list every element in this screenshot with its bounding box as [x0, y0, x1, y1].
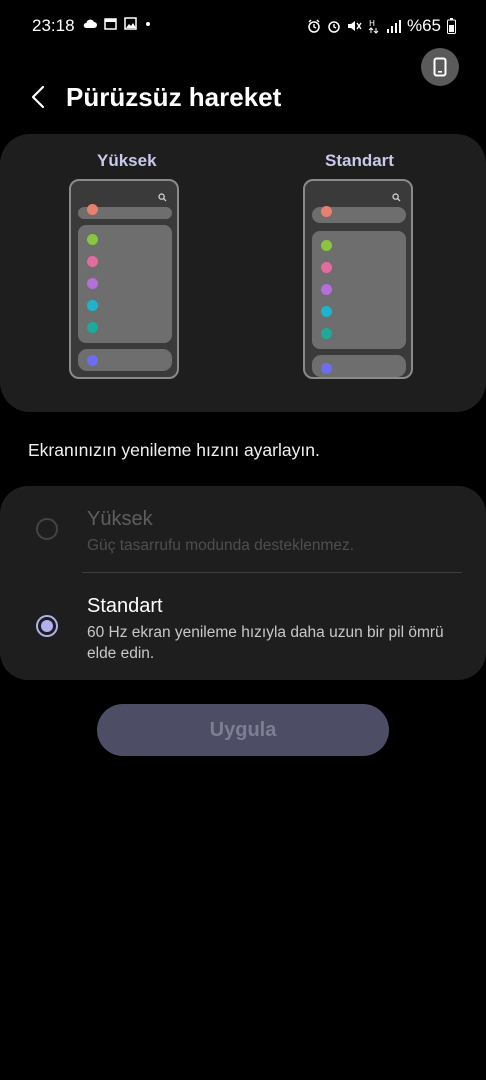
preview-list-item [312, 355, 406, 377]
battery-percent: %65 [406, 16, 441, 35]
calendar-icon [104, 18, 117, 30]
color-dot [87, 278, 98, 289]
mute-icon [347, 21, 362, 31]
color-dot [87, 204, 98, 215]
color-dot [321, 206, 332, 217]
alarm-icon [308, 19, 320, 33]
radio-button-standard[interactable] [36, 615, 58, 637]
status-bar: 23:18 H %65 [0, 0, 486, 54]
color-dot [87, 355, 98, 366]
color-dot [87, 322, 98, 333]
preview-label-standard: Standart [325, 151, 394, 170]
cloud-icon [83, 19, 97, 28]
rotate-screen-button[interactable] [421, 48, 459, 86]
color-dot [321, 240, 332, 251]
signal-icon [386, 20, 401, 33]
color-dot [321, 363, 332, 374]
search-icon [392, 193, 401, 202]
battery-icon [447, 18, 456, 34]
color-dot [87, 256, 98, 267]
back-button[interactable] [24, 82, 52, 112]
color-dot [321, 328, 332, 339]
radio-selected-indicator [41, 620, 53, 632]
option-description: Güç tasarrufu modunda desteklenmez. [87, 537, 355, 554]
preview-list-item [312, 206, 406, 223]
apply-button[interactable]: Uygula [97, 704, 389, 756]
image-icon [124, 17, 137, 30]
color-dot [321, 262, 332, 273]
option-title: Standart [87, 595, 163, 617]
preview-list-block [312, 231, 406, 349]
radio-button-high[interactable] [36, 518, 58, 540]
preview-list-item [78, 349, 172, 371]
description-text: Ekranınızın yenileme hızını ayarlayın. [28, 440, 320, 460]
chevron-left-icon [31, 85, 45, 109]
status-left-icons [82, 17, 152, 30]
color-dot [87, 300, 98, 311]
phone-rotate-icon [433, 57, 447, 77]
divider [82, 572, 462, 573]
alarm-icon [328, 20, 340, 33]
status-time: 23:18 [32, 16, 75, 35]
refresh-rate-options: Yüksek Güç tasarrufu modunda desteklenme… [0, 486, 486, 680]
status-right-icons: H %65 [307, 16, 456, 36]
option-description: 60 Hz ekran yenileme hızıyla daha uzun b… [87, 624, 444, 662]
phone-preview-high [69, 179, 179, 379]
svg-text:H: H [369, 19, 375, 28]
color-dot [321, 284, 332, 295]
option-title: Yüksek [87, 508, 153, 530]
page-title: Pürüzsüz hareket [66, 82, 282, 112]
phone-preview-standard [303, 179, 413, 379]
color-dot [321, 306, 332, 317]
network-hplus-icon: H [368, 19, 379, 34]
preview-card: Yüksek Standart [0, 134, 486, 412]
search-icon [158, 193, 167, 202]
preview-list-block [78, 225, 172, 343]
preview-label-high: Yüksek [97, 151, 157, 170]
color-dot [87, 234, 98, 245]
dot-icon [146, 21, 150, 26]
